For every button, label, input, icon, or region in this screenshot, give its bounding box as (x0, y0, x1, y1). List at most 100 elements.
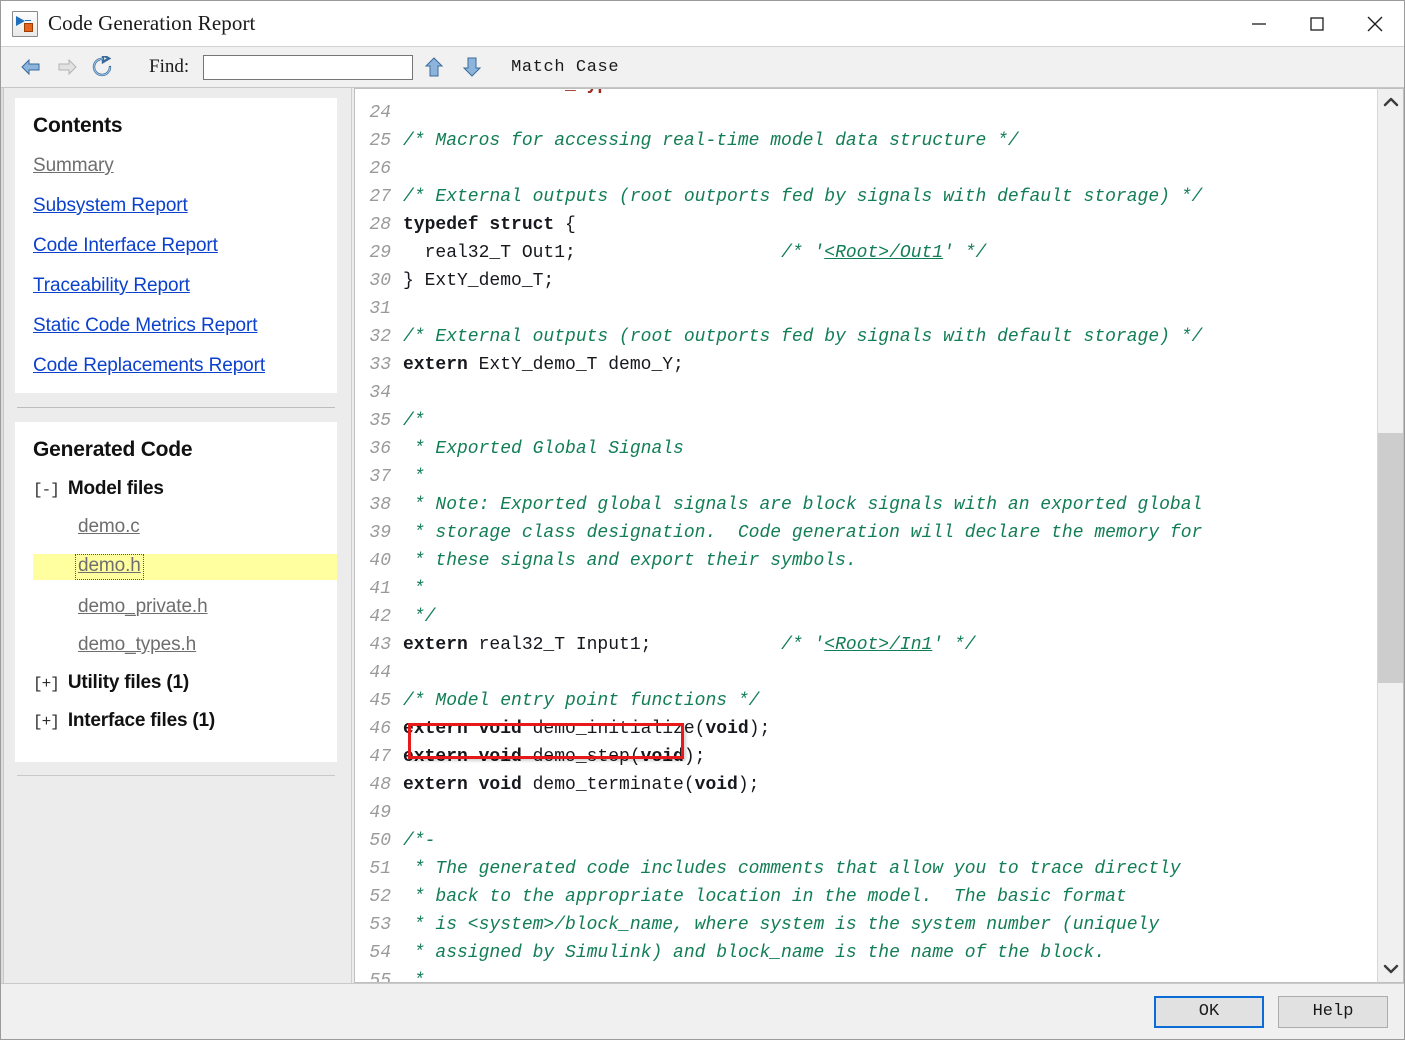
scrollbar-thumb[interactable] (1378, 433, 1403, 683)
code-line: 45 /* Model entry point functions */ (355, 687, 1377, 715)
back-arrow-icon[interactable] (13, 52, 49, 82)
collapse-toggle-icon[interactable]: [-] (33, 481, 60, 499)
focus-outline: demo.h (75, 554, 144, 580)
code-token: ' */ (932, 635, 976, 655)
code-token: demo_terminate( (521, 775, 695, 795)
code-line: 40 * these signals and export their symb… (355, 547, 1377, 575)
find-previous-icon[interactable] (417, 52, 451, 82)
code-token: * Exported Global Signals (403, 439, 684, 459)
line-number: 54 (369, 943, 391, 963)
sidebar-edge (1, 88, 4, 983)
code-pane[interactable]: 23#include "demo_types.h" 24 25 /* Macros f… (354, 88, 1377, 983)
tree-file-link[interactable]: demo_types.h (78, 634, 196, 655)
code-token: /* ' (781, 243, 825, 263)
code-line: 41 * (355, 575, 1377, 603)
tree-node-interface-files[interactable]: [+] Interface files (1) (33, 710, 319, 732)
window-title: Code Generation Report (48, 11, 256, 35)
line-number: 44 (369, 663, 391, 683)
toc-link-subsystem-report[interactable]: Subsystem Report (33, 196, 319, 215)
code-text: extern real32_T Input1; /* '<Root>/In1' … (403, 631, 976, 659)
sidebar-bottom-divider (17, 775, 335, 776)
generated-code-heading: Generated Code (33, 438, 193, 461)
tree-file-demo-types-h[interactable]: demo_types.h (78, 634, 319, 656)
code-token: * Note: Exported global signals are bloc… (403, 495, 1203, 515)
match-case-label[interactable]: Match Case (511, 58, 619, 77)
scroll-down-icon[interactable] (1378, 956, 1403, 982)
contents-panel: Contents Summary Subsystem Report Code I… (15, 98, 337, 393)
code-line: 38 * Note: Exported global signals are b… (355, 491, 1377, 519)
line-number: 27 (369, 187, 391, 207)
scrollbar-track[interactable] (1378, 115, 1403, 956)
tree-file-link[interactable]: demo_private.h (78, 596, 208, 617)
line-number: 38 (369, 495, 391, 515)
line-number: 40 (369, 551, 391, 571)
line-number: 36 (369, 439, 391, 459)
line-number: 29 (369, 243, 391, 263)
refresh-icon[interactable] (85, 52, 121, 82)
code-token: void (640, 747, 684, 767)
code-token: demo_step( (521, 747, 641, 767)
code-line: 35 /* (355, 407, 1377, 435)
code-token: typedef struct (403, 215, 555, 235)
code-token: demo_initialize( (521, 719, 706, 739)
code-line: 28 typedef struct { (355, 211, 1377, 239)
code-text: * is <system>/block_name, where system i… (403, 911, 1159, 939)
expand-toggle-icon[interactable]: [+] (33, 713, 60, 731)
code-line: 53 * is <system>/block_name, where syste… (355, 911, 1377, 939)
code-line: 37 * (355, 463, 1377, 491)
forward-arrow-icon (49, 52, 85, 82)
toc-link-traceability-report[interactable]: Traceability Report (33, 276, 319, 295)
close-icon[interactable] (1346, 1, 1404, 46)
tree-file-demo-private-h[interactable]: demo_private.h (78, 596, 319, 618)
code-line: 26 (355, 155, 1377, 183)
tree-node-model-files[interactable]: [-] Model files (33, 478, 319, 500)
tree-node-utility-files[interactable]: [+] Utility files (1) (33, 672, 319, 694)
line-number: 28 (369, 215, 391, 235)
code-token: /*- (403, 831, 436, 851)
code-token: extern void (403, 775, 522, 795)
code-line: 46 extern void demo_initialize(void); (355, 715, 1377, 743)
line-number: 48 (369, 775, 391, 795)
contents-heading: Contents (33, 114, 123, 137)
tree-file-link[interactable]: demo.c (78, 516, 140, 537)
code-line: 25 /* Macros for accessing real-time mode… (355, 127, 1377, 155)
line-number: 42 (369, 607, 391, 627)
code-line: 49 (355, 799, 1377, 827)
find-next-icon[interactable] (455, 52, 489, 82)
vertical-scrollbar[interactable] (1377, 88, 1404, 983)
code-text: extern ExtY_demo_T demo_Y; (403, 351, 684, 379)
tree-file-demo-h[interactable]: demo.h (33, 554, 337, 580)
ok-button[interactable]: OK (1154, 995, 1264, 1028)
code-token: ); (737, 775, 760, 795)
help-button[interactable]: Help (1278, 995, 1388, 1028)
maximize-icon[interactable] (1288, 1, 1346, 46)
tree-file-demo-c[interactable]: demo.c (78, 516, 319, 538)
code-line: 42 */ (355, 603, 1377, 631)
line-number: 23 (355, 89, 403, 99)
toc-link-code-interface-report[interactable]: Code Interface Report (33, 236, 319, 255)
code-token: extern (403, 635, 468, 655)
toc-link-code-replacements-report[interactable]: Code Replacements Report (33, 356, 319, 375)
expand-toggle-icon[interactable]: [+] (33, 675, 60, 693)
scroll-up-icon[interactable] (1378, 89, 1403, 115)
code-token: ExtY_demo_T demo_Y; (467, 355, 684, 375)
search-input[interactable] (203, 54, 414, 80)
code-line: 32 /* External outputs (root outports fed… (355, 323, 1377, 351)
code-line: 29 real32_T Out1; /* '<Root>/Out1' */ (355, 239, 1377, 267)
code-trace-link[interactable]: <Root>/Out1 (824, 243, 943, 263)
tree-file-link[interactable]: demo.h (78, 555, 141, 576)
code-line: 54 * assigned by Simulink) and block_nam… (355, 939, 1377, 967)
code-text: /* (403, 407, 425, 435)
code-token: } ExtY_demo_T; (403, 271, 555, 291)
toc-link-summary[interactable]: Summary (33, 156, 319, 175)
code-trace-link[interactable]: <Root>/In1 (824, 635, 932, 655)
code-line: 24 (355, 99, 1377, 127)
generated-code-panel: Generated Code [-] Model files demo.c de… (15, 422, 337, 762)
code-text: extern void demo_step(void); (403, 743, 705, 771)
line-number: 55 (369, 971, 391, 983)
code-token: */ (403, 607, 436, 627)
line-number: 26 (369, 159, 391, 179)
toc-link-static-code-metrics-report[interactable]: Static Code Metrics Report (33, 316, 319, 335)
minimize-icon[interactable] (1230, 1, 1288, 46)
line-number: 43 (369, 635, 391, 655)
